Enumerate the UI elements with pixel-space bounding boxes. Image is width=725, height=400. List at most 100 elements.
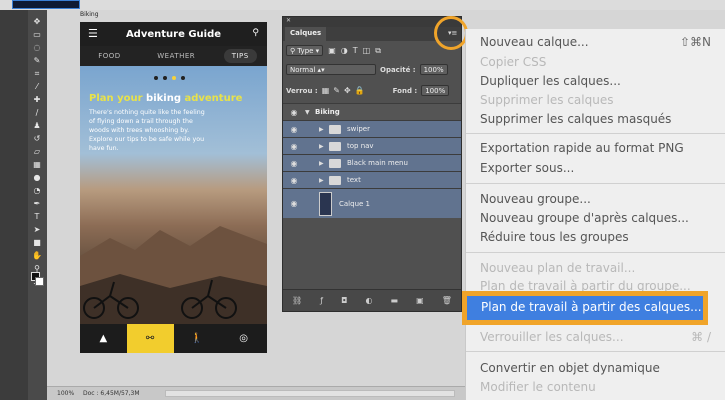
disclosure-triangle-icon[interactable]: ▶ — [319, 143, 329, 150]
menu-item[interactable]: Supprimer les calques masqués — [480, 112, 671, 126]
crop-tool-icon[interactable]: ⌗ — [30, 68, 44, 79]
type-filter-icon[interactable]: T — [353, 46, 358, 55]
layer-row[interactable]: ◉ ▶ swiper — [283, 120, 461, 137]
add-mask-icon[interactable]: ◘ — [341, 296, 347, 305]
filter-kind-dropdown[interactable]: ⚲ Type ▾ — [286, 45, 324, 56]
visibility-eye-icon[interactable]: ◉ — [283, 176, 305, 185]
menu-item[interactable]: Nouveau groupe d'après calques... — [480, 211, 689, 225]
document-tab[interactable] — [12, 0, 80, 9]
artboard-label[interactable]: Biking — [80, 11, 99, 18]
zoom-readout[interactable]: 100% — [57, 390, 74, 397]
tab-layers[interactable]: Calques — [285, 27, 327, 41]
disclosure-triangle-icon[interactable]: ▼ — [305, 109, 315, 116]
folder-icon — [329, 175, 341, 185]
tools-panel-gutter — [0, 10, 28, 400]
menu-item[interactable]: Dupliquer les calques... — [480, 74, 621, 88]
quick-select-tool-icon[interactable]: ✎ — [30, 55, 44, 66]
background-color-swatch[interactable] — [35, 277, 44, 286]
visibility-eye-icon[interactable]: ◉ — [283, 199, 305, 208]
tab-food[interactable]: FOOD — [90, 49, 128, 63]
menu-item[interactable]: Réduire tous les groupes — [480, 230, 629, 244]
layer-row[interactable]: ◉ Calque 1 — [283, 188, 461, 218]
blend-mode-dropdown[interactable]: Normal ▴▾ — [286, 64, 376, 75]
type-tool-icon[interactable]: T — [30, 211, 44, 222]
blur-tool-icon[interactable]: ● — [30, 172, 44, 183]
hero-title: Plan your biking adventure — [89, 93, 243, 104]
menu-item[interactable]: Exporter sous... — [480, 161, 574, 175]
shape-filter-icon[interactable]: ◫ — [363, 46, 371, 55]
layer-row[interactable]: ◉ ▼ Biking — [283, 103, 461, 120]
image-filter-icon[interactable]: ▣ — [328, 46, 336, 55]
history-brush-tool-icon[interactable]: ↺ — [30, 133, 44, 144]
snorkel-icon[interactable]: ◎ — [220, 324, 267, 353]
tent-icon[interactable]: ▲ — [80, 324, 127, 353]
menu-item[interactable]: Verrouiller les calques... — [480, 330, 624, 344]
visibility-eye-icon[interactable]: ◉ — [283, 125, 305, 134]
opacity-field[interactable]: 100% — [419, 64, 448, 75]
pen-tool-icon[interactable]: ✒ — [30, 198, 44, 209]
disclosure-triangle-icon[interactable]: ▶ — [319, 177, 329, 184]
menu-item[interactable]: Convertir en objet dynamique — [480, 361, 660, 375]
highlight-ring — [434, 16, 468, 50]
layers-footer: ⛓ ƒ ◘ ◐ ▬ ▣ 🗑 — [283, 289, 461, 311]
disclosure-triangle-icon[interactable]: ▶ — [319, 160, 329, 167]
menu-shortcut: ⌘ / — [691, 330, 711, 344]
menu-item[interactable]: Copier CSS — [480, 55, 546, 69]
lock-transparent-icon[interactable]: ▦ — [322, 86, 330, 95]
adjustment-layer-icon[interactable]: ◐ — [365, 296, 372, 305]
link-layers-icon[interactable]: ⛓ — [292, 296, 302, 305]
lock-pixels-icon[interactable]: ✎ — [333, 86, 340, 95]
layer-row[interactable]: ◉ ▶ top nav — [283, 137, 461, 154]
menu-item[interactable]: Exportation rapide au format PNG — [480, 141, 684, 155]
visibility-eye-icon[interactable]: ◉ — [283, 108, 305, 117]
hiker-icon[interactable]: 🚶 — [174, 324, 221, 353]
menu-item[interactable]: Supprimer les calques — [480, 93, 613, 107]
path-select-tool-icon[interactable]: ➤ — [30, 224, 44, 235]
delete-layer-icon[interactable]: 🗑 — [442, 296, 452, 305]
carousel-dots[interactable] — [154, 76, 185, 80]
move-tool-icon[interactable]: ✥ — [30, 16, 44, 27]
menu-separator — [466, 351, 725, 352]
horizontal-scrollbar[interactable] — [165, 390, 455, 397]
lock-position-icon[interactable]: ✥ — [344, 86, 351, 95]
menu-item[interactable]: Nouveau plan de travail... — [480, 261, 635, 275]
new-group-icon[interactable]: ▬ — [391, 296, 399, 305]
disclosure-triangle-icon[interactable]: ▶ — [319, 126, 329, 133]
healing-brush-tool-icon[interactable]: ✚ — [30, 94, 44, 105]
dodge-tool-icon[interactable]: ◔ — [30, 185, 44, 196]
tab-tips[interactable]: TIPS — [223, 49, 257, 63]
folder-icon — [329, 124, 341, 134]
menu-item-highlighted[interactable]: Plan de travail à partir des calques... — [462, 291, 708, 325]
artboard[interactable]: ☰ Adventure Guide ⚲ FOOD WEATHER TIPS Pl… — [80, 22, 267, 353]
smart-object-filter-icon[interactable]: ⧉ — [375, 46, 381, 56]
bike-icon[interactable]: ⚯ — [126, 324, 174, 353]
lock-all-icon[interactable]: 🔒 — [355, 86, 365, 95]
fx-icon[interactable]: ƒ — [320, 296, 323, 305]
search-icon[interactable]: ⚲ — [252, 28, 259, 38]
adjustment-filter-icon[interactable]: ◑ — [341, 46, 348, 55]
eyedropper-tool-icon[interactable]: ⁄ — [30, 81, 44, 92]
hamburger-menu-icon[interactable]: ☰ — [88, 27, 98, 40]
new-layer-icon[interactable]: ▣ — [416, 296, 424, 305]
tab-weather[interactable]: WEATHER — [149, 49, 203, 63]
eraser-tool-icon[interactable]: ▱ — [30, 146, 44, 157]
app-tabs: FOOD WEATHER TIPS — [80, 46, 267, 66]
menu-item[interactable]: Modifier le contenu — [480, 380, 596, 394]
visibility-eye-icon[interactable]: ◉ — [283, 142, 305, 151]
menu-separator — [466, 183, 725, 184]
layer-row[interactable]: ◉ ▶ Black main menu — [283, 154, 461, 171]
clone-stamp-tool-icon[interactable]: ♟ — [30, 120, 44, 131]
fill-label: Fond : — [392, 86, 418, 95]
shape-tool-icon[interactable]: ■ — [30, 237, 44, 248]
hand-tool-icon[interactable]: ✋ — [30, 250, 44, 261]
visibility-eye-icon[interactable]: ◉ — [283, 159, 305, 168]
lasso-tool-icon[interactable]: ◌ — [30, 42, 44, 53]
menu-item[interactable]: Nouveau calque... — [480, 35, 589, 49]
app-title: Adventure Guide — [125, 28, 222, 40]
brush-tool-icon[interactable]: ∕ — [30, 107, 44, 118]
marquee-tool-icon[interactable]: ▭ — [30, 29, 44, 40]
menu-item[interactable]: Nouveau groupe... — [480, 192, 591, 206]
layer-row[interactable]: ◉ ▶ text — [283, 171, 461, 188]
fill-field[interactable]: 100% — [421, 85, 450, 96]
gradient-tool-icon[interactable]: ▦ — [30, 159, 44, 170]
